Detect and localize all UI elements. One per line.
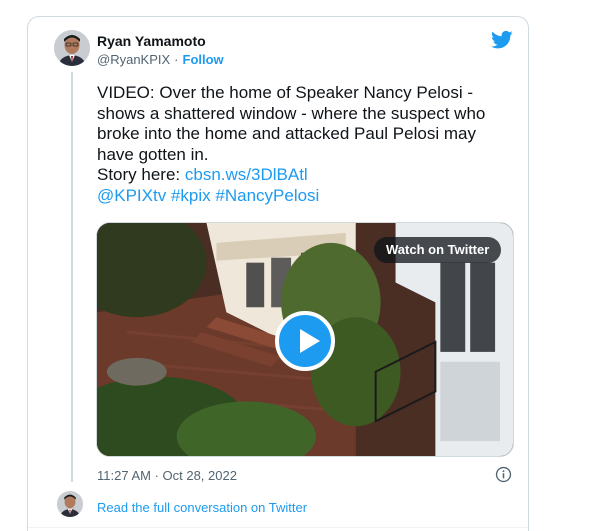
info-icon[interactable] [495, 466, 512, 483]
tweet-text: VIDEO: Over the home of Speaker Nancy Pe… [97, 83, 517, 206]
tweet-text-line: broke into the home and attacked Paul Pe… [97, 124, 476, 143]
story-link[interactable]: cbsn.ws/3DlBAtl [185, 165, 308, 184]
read-full-conversation-link[interactable]: Read the full conversation on Twitter [97, 500, 307, 515]
author-meta: @RyanKPIX · Follow [97, 52, 224, 67]
follow-button[interactable]: Follow [183, 52, 224, 67]
meta-separator: · [174, 52, 179, 67]
mention-link[interactable]: @KPIXtv [97, 186, 166, 205]
thread-connector-line [71, 72, 73, 482]
author-name[interactable]: Ryan Yamamoto [97, 33, 206, 49]
author-avatar-small[interactable] [57, 491, 83, 517]
story-prefix: Story here: [97, 165, 181, 184]
hashtag-link[interactable]: #kpix [171, 186, 211, 205]
watch-on-twitter-button[interactable]: Watch on Twitter [374, 237, 502, 263]
hashtag-link[interactable]: #NancyPelosi [215, 186, 319, 205]
tweet-timestamp[interactable]: 11:27 AM · Oct 28, 2022 [97, 468, 237, 483]
hashtag-line: @KPIXtv #kpix #NancyPelosi [97, 186, 517, 207]
play-icon[interactable] [275, 311, 335, 371]
tweet-text-line: VIDEO: Over the home of Speaker Nancy Pe… [97, 83, 474, 102]
divider [28, 527, 528, 528]
twitter-bird-icon[interactable] [491, 30, 513, 50]
tweet-text-line: have gotten in. [97, 144, 209, 164]
tweet-text-line: shows a shattered window - where the sus… [97, 103, 486, 123]
story-line: Story here: cbsn.ws/3DlBAtl [97, 165, 517, 186]
author-handle[interactable]: @RyanKPIX [97, 52, 170, 67]
author-avatar[interactable] [54, 30, 90, 66]
video-media[interactable]: Watch on Twitter [96, 222, 514, 457]
